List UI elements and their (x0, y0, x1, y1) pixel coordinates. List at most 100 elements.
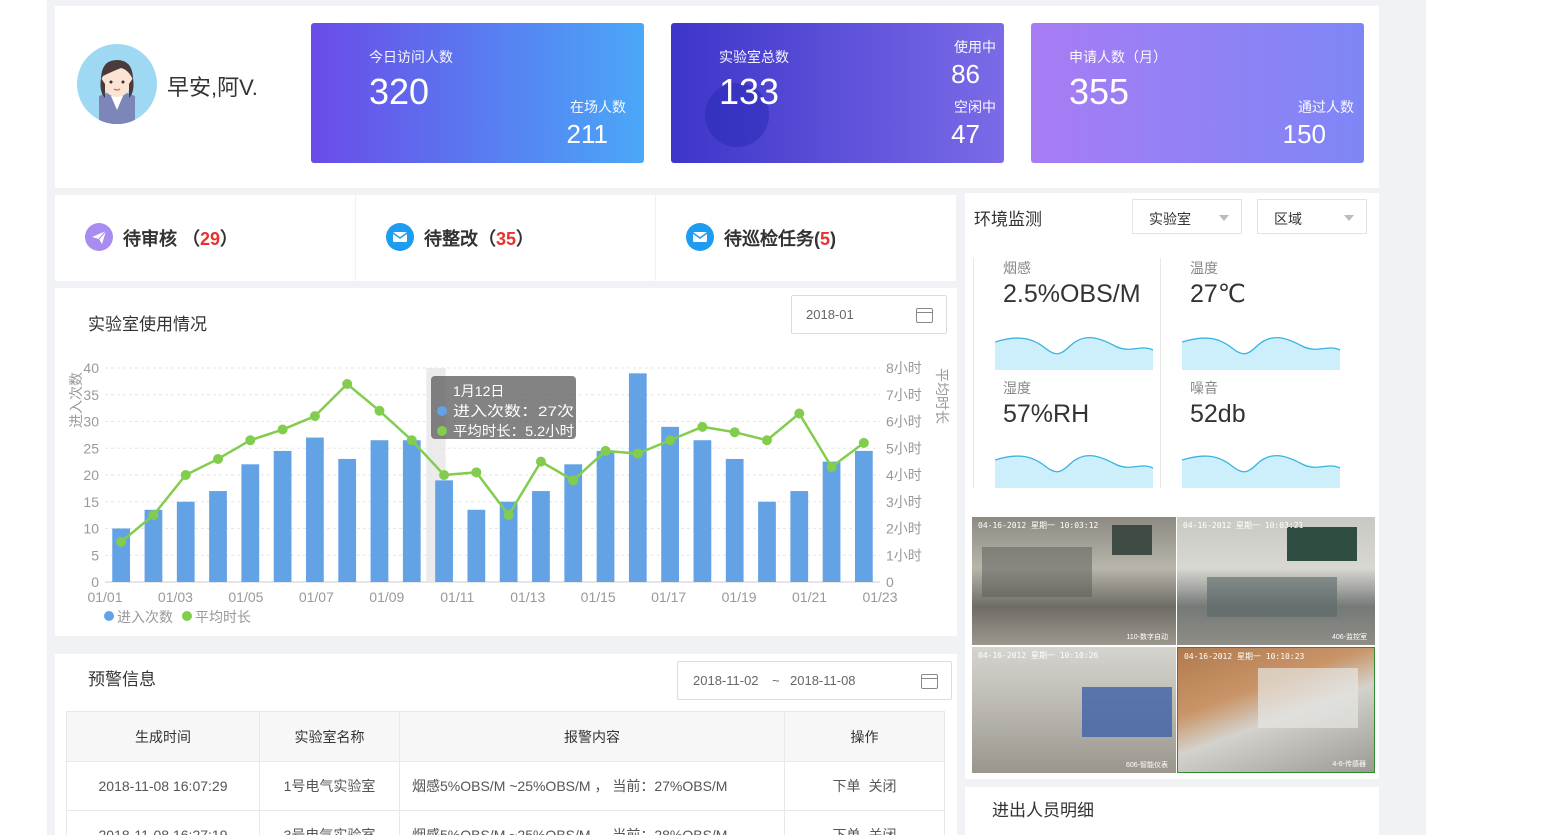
camera-feed[interactable]: 04-16-2012 星期一 10:10:26 606-智能仪表 (972, 647, 1176, 773)
cell-actions: 下单 关闭 (784, 761, 945, 811)
cell-time: 2018-11-08 16:07:29 (66, 761, 260, 811)
camera-scene (1258, 668, 1358, 728)
tooltip-line: 平均时长：5.2小时 (453, 423, 574, 439)
table-row: 2018-11-08 16:27:19 3号电气实验室 烟感5%OBS/M ~2… (66, 810, 945, 835)
people-title: 进出人员明细 (992, 801, 1094, 820)
order-button[interactable]: 下单 (833, 827, 861, 835)
env-name: 温度 (1190, 260, 1218, 276)
bar (435, 480, 453, 582)
stat-sub-label: 空闲中 (954, 99, 996, 115)
env-cell-noise: 噪音 52db (1160, 378, 1340, 488)
camera-scene (1207, 577, 1337, 617)
x-tick-label: 01/07 (299, 589, 334, 605)
x-tick-label: 01/09 (369, 589, 404, 605)
camera-scene (1082, 687, 1172, 737)
bar (532, 491, 550, 582)
camera-label: 406-监控室 (1331, 634, 1367, 641)
avatar[interactable] (77, 44, 157, 124)
line-point (471, 467, 482, 478)
y2-tick-label: 4小时 (886, 467, 922, 483)
bar (467, 509, 486, 582)
stat-label: 实验室总数 (719, 49, 789, 65)
task-pending-rectify[interactable]: 待整改（35） (356, 195, 655, 281)
sparkline (1182, 455, 1340, 488)
task-label: 待整改（35） (424, 229, 535, 249)
stat-value: 355 (1069, 71, 1130, 112)
month-picker[interactable]: 2018-01 (791, 295, 947, 334)
stat-card-visitors[interactable]: 今日访问人数 320 在场人数 211 (311, 23, 644, 163)
line-point (406, 435, 417, 446)
camera-label: 606-智能仪表 (1125, 762, 1168, 769)
date-range-picker[interactable]: 2018-11-02 ~ 2018-11-08 (677, 661, 952, 700)
env-name: 噪音 (1190, 380, 1218, 396)
line-point (116, 536, 127, 547)
column-header: 报警内容 (399, 711, 785, 762)
usage-chart: 0 5 10 15 20 25 30 35 40 0 1小时 2小时 3小时 4小时 5小时 6小时 7小时 8小… (68, 360, 950, 625)
line-point (632, 448, 643, 459)
y2-tick-label: 1小时 (886, 547, 922, 563)
stat-value: 133 (719, 71, 780, 112)
y2-tick-label: 5小时 (886, 440, 922, 456)
line-point (761, 435, 772, 446)
order-button[interactable]: 下单 (833, 778, 861, 794)
camera-feed[interactable]: 04-16-2012 星期一 10:10:23 4-6-传感器 (1177, 647, 1375, 773)
bar (402, 440, 421, 582)
bar (790, 491, 809, 582)
legend-marker (104, 611, 114, 621)
lab-select[interactable]: 实验室 (1132, 199, 1242, 234)
line-point (858, 437, 869, 448)
y2-tick-label: 3小时 (886, 494, 922, 510)
line-point (568, 475, 579, 486)
env-name: 湿度 (1003, 380, 1031, 396)
stat-label: 申请人数（月） (1069, 49, 1167, 65)
column-header: 实验室名称 (259, 711, 400, 762)
line-point (535, 456, 546, 467)
calendar-icon (921, 674, 938, 689)
y2-tick-label: 7小时 (886, 387, 922, 403)
area-select[interactable]: 区域 (1257, 199, 1367, 234)
chevron-down-icon (1344, 215, 1354, 221)
legend-marker (182, 611, 192, 621)
stat-card-labs[interactable]: 实验室总数 133 使用中 86 空闲中 47 (671, 23, 1004, 163)
stat-label: 今日访问人数 (369, 49, 453, 65)
stat-sub-label: 在场人数 (570, 99, 626, 115)
warning-table: 生成时间 实验室名称 报警内容 操作 2018-11-08 16:07:29 1… (66, 711, 945, 835)
close-button[interactable]: 关闭 (869, 827, 897, 835)
sparkline (1182, 337, 1340, 370)
x-tick-label: 01/15 (581, 589, 616, 605)
bar (854, 450, 873, 582)
line-point (213, 453, 224, 464)
cell-lab: 1号电气实验室 (259, 761, 400, 811)
bar (273, 450, 292, 582)
close-button[interactable]: 关闭 (869, 778, 897, 794)
camera-feed[interactable]: 04-16-2012 星期一 10:03:12 110-数字自动 (972, 517, 1176, 645)
line-point (342, 379, 353, 390)
line-point (697, 421, 708, 432)
stat-card-applications[interactable]: 申请人数（月） 355 通过人数 150 (1031, 23, 1364, 163)
line-point (826, 461, 837, 472)
env-value: 27℃ (1190, 280, 1246, 308)
camera-feed[interactable]: 04-16-2012 星期一 10:03:21 406-监控室 (1177, 517, 1375, 645)
column-header: 生成时间 (66, 711, 260, 762)
task-pending-review[interactable]: 待审核 （29） (55, 195, 355, 281)
cell-content: 烟感5%OBS/M ~25%OBS/M ， 当前：27%OBS/M (399, 761, 785, 811)
date-separator: ~ (772, 673, 780, 688)
tooltip-line: 进入次数：27次 (453, 403, 574, 419)
bar (661, 426, 679, 582)
stat-value: 320 (369, 71, 430, 112)
bar (596, 450, 615, 582)
tooltip-marker (437, 406, 447, 416)
env-value: 2.5%OBS/M (1003, 280, 1141, 308)
bar (822, 461, 841, 582)
task-pending-inspection[interactable]: 待巡检任务(5) (656, 195, 956, 281)
line-point (277, 424, 288, 435)
bar (725, 458, 744, 582)
stat-sub-value: 47 (951, 119, 980, 149)
bar (693, 440, 712, 582)
x-tick-label: 01/03 (158, 589, 193, 605)
line-point (503, 510, 514, 521)
line-point (374, 405, 385, 416)
line-point (439, 470, 450, 480)
stat-sub-value: 150 (1282, 119, 1326, 149)
env-value: 57%RH (1003, 400, 1090, 428)
